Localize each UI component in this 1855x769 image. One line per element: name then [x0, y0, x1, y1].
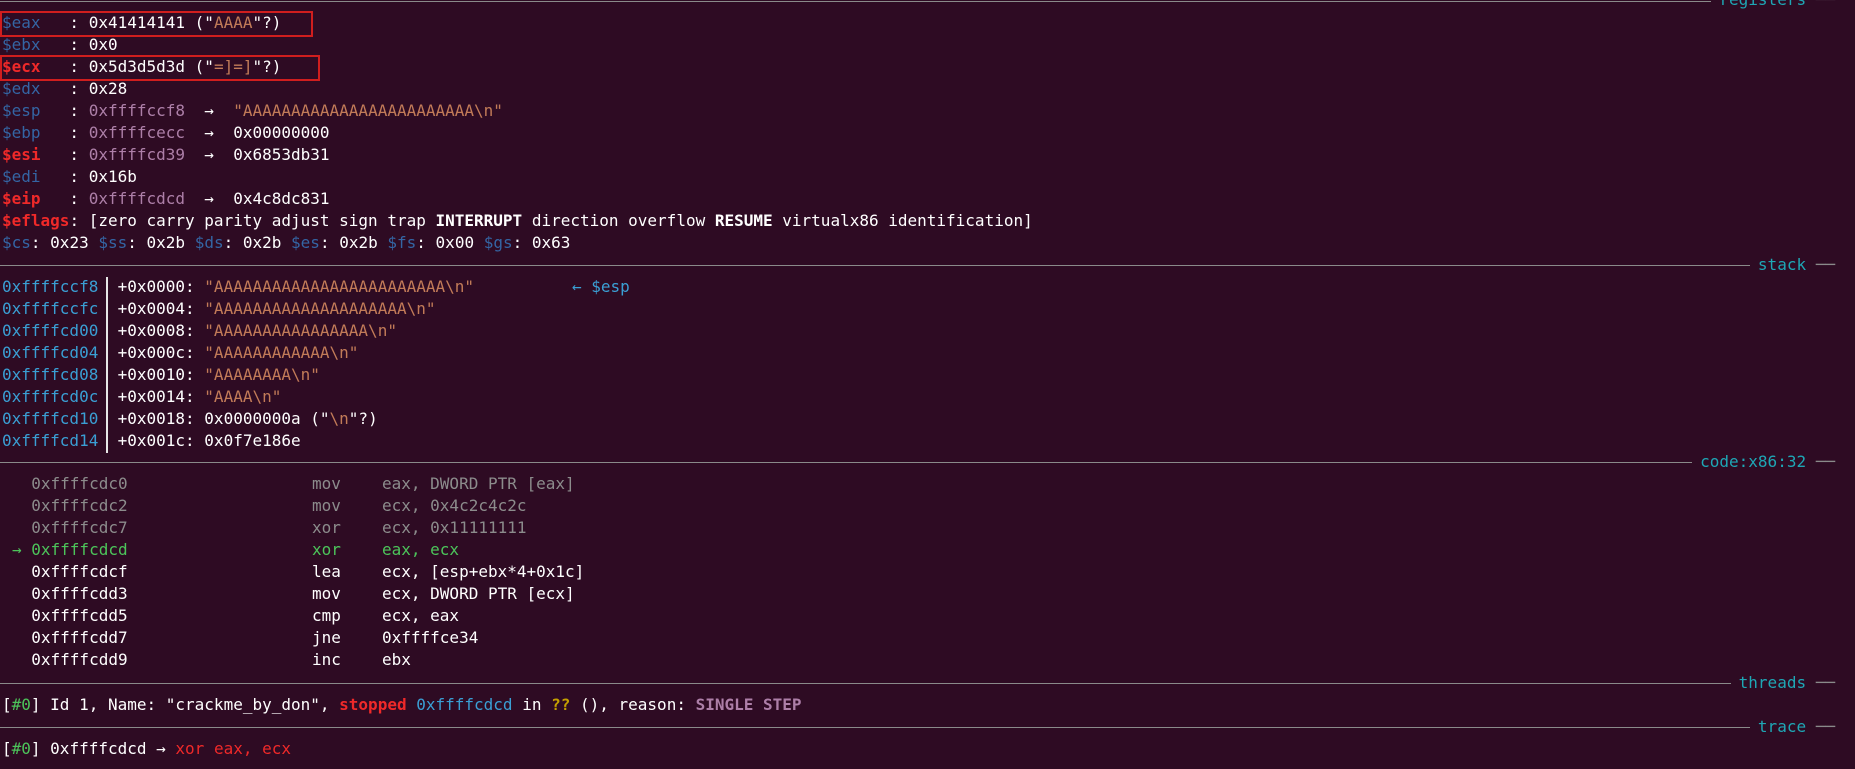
code-mnemonic: lea	[312, 562, 341, 581]
code-operands: ecx, 0x4c2c4c2c	[382, 496, 527, 515]
code-operands: eax, DWORD PTR [eax]	[382, 474, 575, 493]
stack-section-title: stack ──	[1749, 254, 1843, 276]
trace-instruction: xor eax, ecx	[175, 739, 291, 758]
register-esp-row: $esp : 0xffffccf8 → "AAAAAAAAAAAAAAAAAAA…	[2, 101, 503, 120]
threads-separator	[0, 683, 1843, 684]
register-eip-pointer: 0xffffcdcd	[88, 189, 186, 208]
register-esp-pointer: 0xffffccf8	[88, 101, 186, 120]
register-edx-name: $edx	[2, 79, 41, 98]
register-esp-deref: "AAAAAAAAAAAAAAAAAAAAAAAA\n"	[233, 101, 503, 120]
code-operands: ecx, 0x11111111	[382, 518, 527, 537]
code-mnemonic: xor	[312, 518, 341, 537]
code-line: 0xffffcdd5	[31, 606, 128, 625]
register-esi-deref: 0x6853db31	[233, 145, 330, 164]
flag-resume: RESUME	[714, 211, 773, 230]
stop-reason: SINGLE STEP	[695, 695, 802, 714]
register-edi-row: $edi : 0x16b	[2, 167, 137, 186]
code-separator	[0, 462, 1843, 463]
stack-row: 0xffffcd10 +0x0018: 0x0000000a ("\n"?)	[2, 409, 378, 428]
eflags-row: $eflags: [zero carry parity adjust sign …	[2, 211, 1033, 230]
code-line: 0xffffcdc0	[31, 474, 128, 493]
code-operands: ecx, [esp+ebx*4+0x1c]	[382, 562, 585, 581]
registers-section-title: registers ──	[1711, 0, 1843, 11]
code-mnemonic: jne	[312, 628, 341, 647]
trace-row: [#0] 0xffffcdcd → xor eax, ecx	[2, 739, 291, 758]
stack-row: 0xffffcd14 +0x001c: 0x0f7e186e	[2, 431, 301, 450]
register-edi-name: $edi	[2, 167, 41, 186]
register-esp-name: $esp	[2, 101, 41, 120]
eflags-name: $eflags	[2, 211, 70, 230]
register-ebp-name: $ebp	[2, 123, 41, 142]
code-line: 0xffffcdcf	[31, 562, 128, 581]
stack-row: 0xffffcd08 +0x0010: "AAAAAAAA\n"	[2, 365, 320, 384]
register-ebx-value: 0x0	[88, 35, 118, 54]
ecx-highlight-box	[0, 55, 320, 81]
stack-row: 0xffffcd04 +0x000c: "AAAAAAAAAAAA\n"	[2, 343, 359, 362]
current-instruction-arrow-icon: →	[12, 540, 32, 559]
flag-interrupt: INTERRUPT	[435, 211, 523, 230]
stack-row: 0xffffcd00 +0x0008: "AAAAAAAAAAAAAAAA\n"	[2, 321, 397, 340]
code-line: 0xffffcdc2	[31, 496, 128, 515]
register-eip-row: $eip : 0xffffcdcd → 0x4c8dc831	[2, 189, 330, 208]
code-line: 0xffffcdc7	[31, 518, 128, 537]
registers-separator	[0, 1, 1843, 2]
code-mnemonic: cmp	[312, 606, 341, 625]
register-ebp-deref: 0x00000000	[233, 123, 330, 142]
stack-row: 0xffffcd0c +0x0014: "AAAA\n"	[2, 387, 282, 406]
register-eip-deref: 0x4c8dc831	[233, 189, 330, 208]
code-mnemonic: mov	[312, 584, 341, 603]
register-edx-value: 0x28	[88, 79, 128, 98]
register-ebp-row: $ebp : 0xffffcecc → 0x00000000	[2, 123, 330, 142]
register-ebx-name: $ebx	[2, 35, 41, 54]
register-edi-value: 0x16b	[88, 167, 137, 186]
trace-section-title: trace ──	[1749, 716, 1843, 738]
stack-esp-tag: ← $esp	[572, 277, 630, 296]
code-operands: eax, ecx	[382, 540, 460, 559]
thread-row: [#0] Id 1, Name: "crackme_by_don", stopp…	[2, 695, 802, 714]
code-mnemonic: inc	[312, 650, 341, 669]
code-line-current: → 0xffffcdcd	[12, 540, 128, 559]
code-line: 0xffffcdd3	[31, 584, 128, 603]
code-operands: ebx	[382, 650, 411, 669]
trace-separator	[0, 727, 1843, 728]
segment-registers-row: $cs: 0x23 $ss: 0x2b $ds: 0x2b $es: 0x2b …	[2, 233, 571, 252]
thread-state: stopped	[339, 695, 407, 714]
eax-highlight-box	[0, 11, 313, 37]
code-line: 0xffffcdd9	[31, 650, 128, 669]
register-eip-name: $eip	[2, 189, 41, 208]
code-mnemonic: mov	[312, 474, 341, 493]
stack-row: 0xffffccf8 +0x0000: "AAAAAAAAAAAAAAAAAAA…	[2, 277, 475, 296]
stack-row: 0xffffccfc +0x0004: "AAAAAAAAAAAAAAAAAAA…	[2, 299, 436, 318]
threads-section-title: threads ──	[1730, 672, 1843, 694]
register-ebx-row: $ebx : 0x0	[2, 35, 118, 54]
stack-separator	[0, 265, 1843, 266]
code-mnemonic: xor	[312, 540, 341, 559]
code-operands: ecx, DWORD PTR [ecx]	[382, 584, 575, 603]
register-esi-name: $esi	[2, 145, 41, 164]
thread-number: #0	[11, 695, 31, 714]
register-ebp-pointer: 0xffffcecc	[88, 123, 186, 142]
register-esi-row: $esi : 0xffffcd39 → 0x6853db31	[2, 145, 330, 164]
code-operands: 0xffffce34	[382, 628, 479, 647]
register-esi-pointer: 0xffffcd39	[88, 145, 186, 164]
register-edx-row: $edx : 0x28	[2, 79, 128, 98]
code-operands: ecx, eax	[382, 606, 460, 625]
code-mnemonic: mov	[312, 496, 341, 515]
code-section-title: code:x86:32 ──	[1692, 451, 1843, 473]
code-line: 0xffffcdd7	[31, 628, 128, 647]
